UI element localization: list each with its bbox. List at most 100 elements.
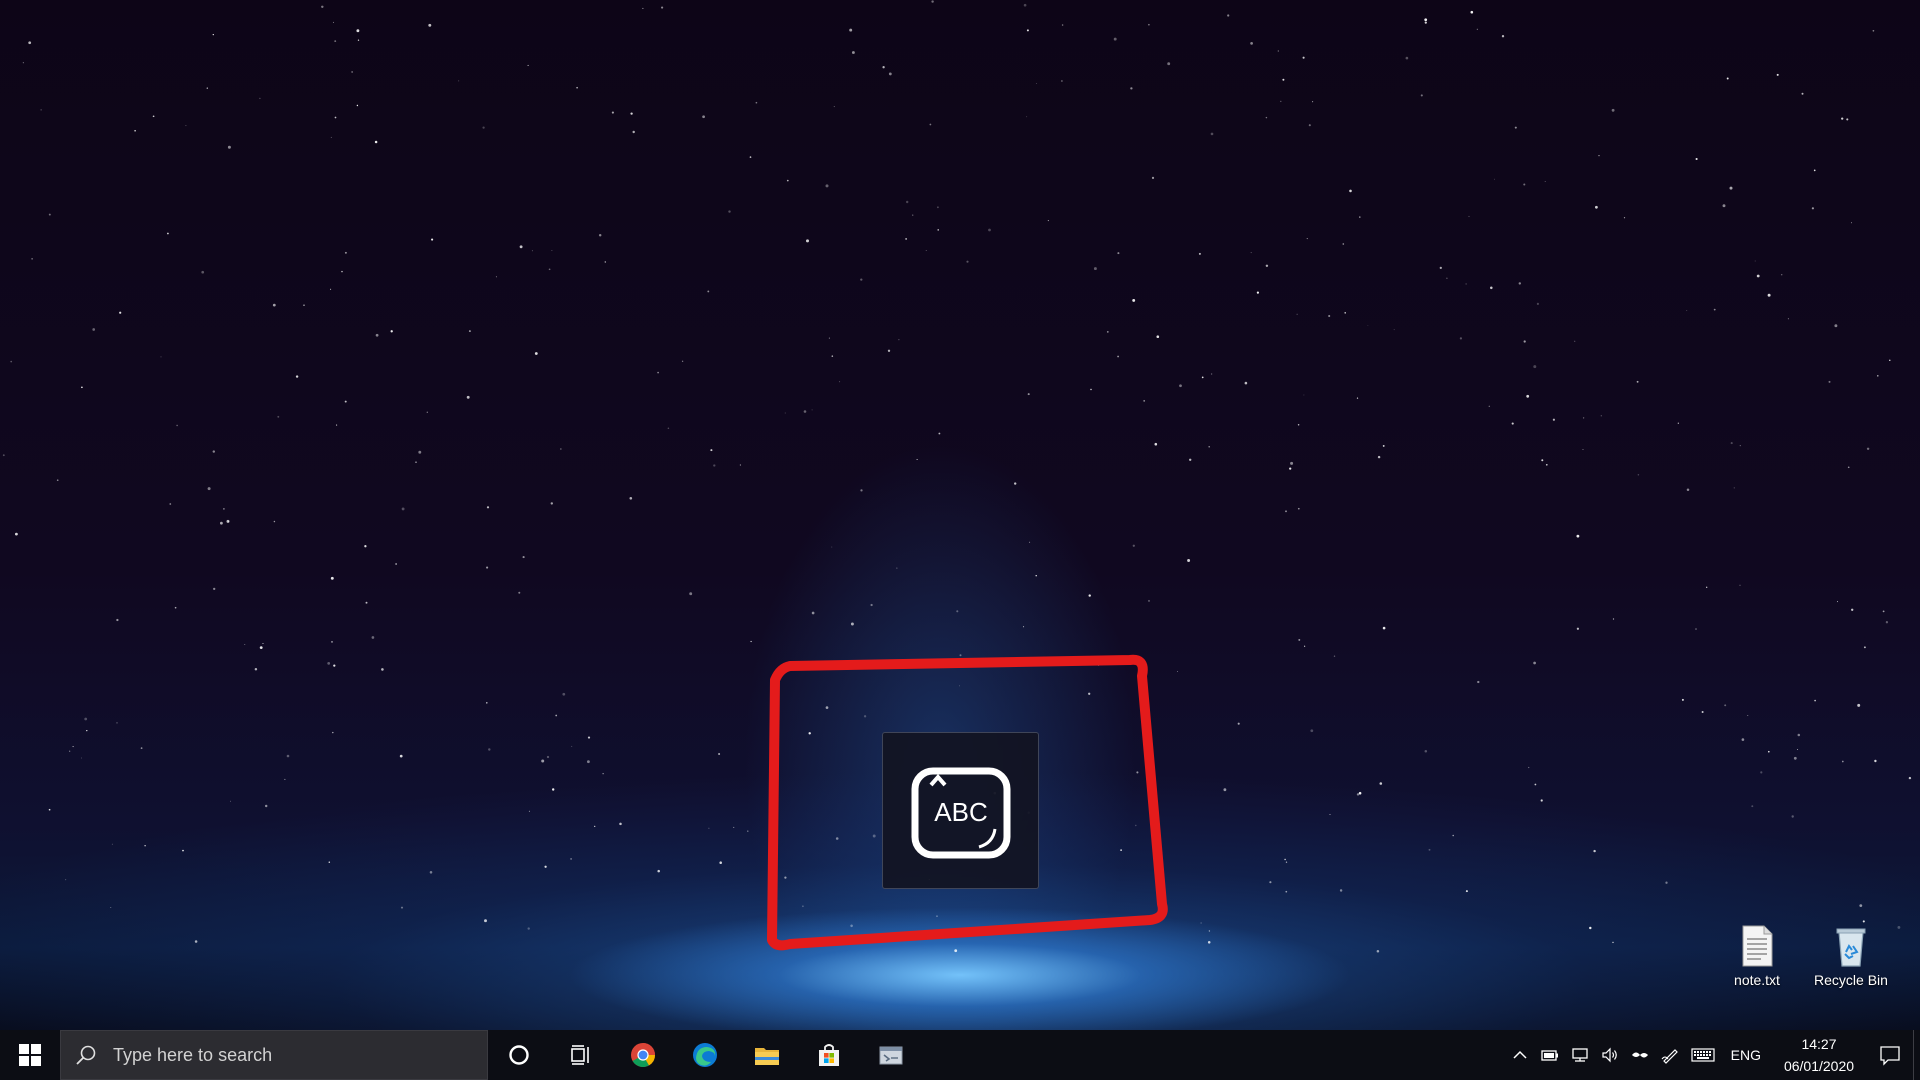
star: [1312, 101, 1314, 103]
battery-icon: [1541, 1050, 1558, 1061]
tray-pen[interactable]: [1655, 1030, 1685, 1080]
star: [1356, 397, 1359, 399]
taskbar-app-store[interactable]: [798, 1030, 860, 1080]
star: [1593, 849, 1596, 853]
star: [1088, 692, 1091, 695]
recycle-bin-icon: [1836, 928, 1866, 967]
star: [1534, 783, 1537, 786]
star: [546, 755, 550, 759]
star: [1244, 381, 1248, 385]
star: [111, 843, 113, 845]
star: [1459, 337, 1463, 340]
star: [1359, 216, 1361, 218]
star: [152, 115, 155, 118]
star: [395, 563, 397, 565]
star: [850, 622, 854, 626]
star: [1358, 791, 1362, 795]
search-input[interactable]: [111, 1043, 475, 1067]
star: [92, 328, 96, 331]
taskbar-app-file-explorer[interactable]: [736, 1030, 798, 1080]
star: [872, 834, 876, 838]
star: [905, 238, 907, 240]
star: [169, 503, 172, 505]
star: [681, 360, 684, 362]
star: [1701, 711, 1704, 713]
star: [1339, 889, 1343, 892]
star: [1885, 621, 1889, 624]
tray-touch-keyboard[interactable]: [1685, 1030, 1721, 1080]
star: [560, 448, 562, 450]
tray-app[interactable]: [1625, 1030, 1655, 1080]
star: [1333, 655, 1336, 657]
store-icon: [819, 1044, 839, 1066]
star: [1207, 941, 1211, 944]
star: [486, 506, 490, 509]
star: [1574, 340, 1576, 342]
star: [1490, 286, 1493, 290]
ime-mode-label: ABC: [934, 797, 987, 827]
star: [486, 702, 488, 704]
star: [1210, 132, 1214, 136]
star: [604, 261, 607, 263]
taskbar-search-box[interactable]: [60, 1030, 488, 1080]
star: [244, 644, 246, 645]
star: [849, 28, 853, 32]
star: [272, 303, 276, 307]
star: [206, 87, 208, 89]
desktop-icon-note-txt[interactable]: note.txt: [1712, 924, 1802, 988]
star: [119, 311, 122, 314]
star: [1093, 267, 1097, 271]
star: [332, 21, 334, 23]
star: [227, 521, 230, 523]
star: [334, 40, 337, 42]
star: [1600, 415, 1602, 417]
taskbar-app-edge[interactable]: [674, 1030, 736, 1080]
star: [65, 879, 67, 881]
star: [1424, 750, 1428, 753]
star: [22, 62, 24, 64]
star: [418, 450, 422, 454]
show-desktop-button[interactable]: [1913, 1030, 1920, 1080]
star: [1189, 458, 1192, 461]
show-hidden-icons-button[interactable]: [1505, 1030, 1535, 1080]
task-view-button[interactable]: [550, 1030, 612, 1080]
star: [1751, 805, 1754, 808]
cortana-button[interactable]: [488, 1030, 550, 1080]
star: [527, 927, 530, 930]
taskbar-app-window[interactable]: [860, 1030, 922, 1080]
star: [1376, 950, 1380, 953]
star: [1801, 92, 1804, 95]
star: [1424, 18, 1428, 22]
star: [882, 66, 885, 69]
taskbar-app-chrome[interactable]: [612, 1030, 674, 1080]
star: [1552, 418, 1555, 421]
star: [264, 804, 268, 808]
star: [1729, 186, 1733, 190]
desktop-icon-recycle-bin[interactable]: Recycle Bin: [1806, 924, 1896, 988]
tray-battery[interactable]: [1535, 1030, 1565, 1080]
ime-mode-popup: ABC: [882, 732, 1039, 889]
star: [356, 29, 360, 33]
star: [839, 381, 841, 383]
star: [571, 745, 573, 747]
star: [262, 642, 264, 645]
tray-volume[interactable]: [1595, 1030, 1625, 1080]
star: [1026, 29, 1029, 32]
taskbar-clock[interactable]: 14:27 06/01/2020: [1771, 1033, 1867, 1077]
star: [31, 258, 33, 260]
star: [207, 487, 211, 491]
star: [1198, 252, 1201, 255]
star: [954, 949, 958, 953]
star: [828, 337, 830, 339]
input-language-indicator[interactable]: ENG: [1721, 1047, 1771, 1063]
star: [835, 837, 839, 840]
clock-time: 14:27: [1801, 1036, 1837, 1052]
action-center-button[interactable]: [1867, 1030, 1913, 1080]
star: [374, 140, 378, 144]
tray-network[interactable]: [1565, 1030, 1595, 1080]
star: [1841, 117, 1844, 120]
start-button[interactable]: [0, 1030, 60, 1080]
star: [958, 685, 960, 687]
star: [1014, 482, 1017, 485]
star: [81, 386, 83, 389]
